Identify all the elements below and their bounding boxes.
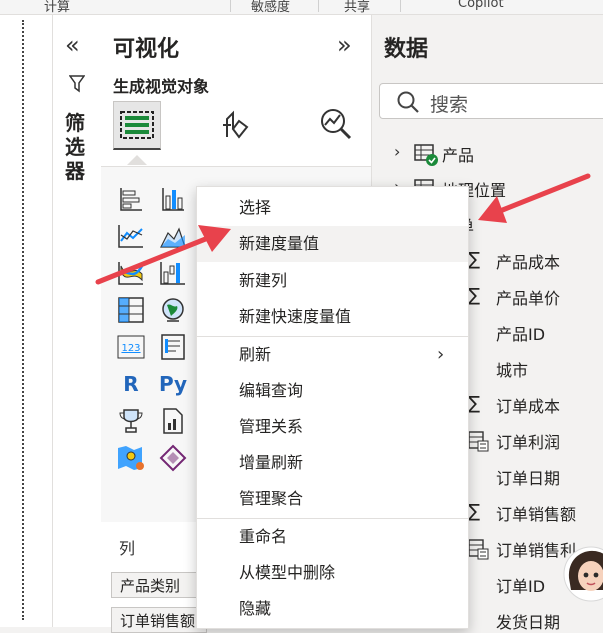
menu-item-label: 隐藏: [239, 599, 272, 618]
menu-item-manage-aggregations[interactable]: 管理聚合: [197, 481, 468, 517]
sum-icon: ∑: [468, 393, 481, 414]
field-item[interactable]: 订单ID: [496, 573, 545, 597]
stacked-bar-chart-icon[interactable]: [115, 183, 147, 215]
menu-item-label: 管理关系: [239, 417, 304, 436]
field-item[interactable]: 订单利润: [496, 429, 560, 453]
menu-item-label: 新建列: [239, 271, 288, 290]
field-item[interactable]: 发货日期: [496, 609, 560, 633]
ribbon-divider: [230, 0, 231, 12]
ribbon-share[interactable]: 共享: [344, 0, 370, 15]
sum-icon: ∑: [468, 285, 481, 306]
field-item[interactable]: 订单销售额: [496, 501, 576, 525]
menu-item-incremental-refresh[interactable]: 增量刷新: [197, 445, 468, 481]
menu-item-label: 从模型中删除: [239, 563, 336, 582]
menu-item-label: 增量刷新: [239, 453, 304, 472]
menu-item-new-column[interactable]: 新建列: [197, 263, 468, 299]
build-visual-heading: 生成视觉对象: [113, 77, 210, 96]
area-chart-icon[interactable]: [157, 220, 189, 252]
data-search-input[interactable]: 搜索: [379, 83, 603, 119]
menu-item-label: 新建快速度量值: [239, 307, 352, 326]
line-chart-icon[interactable]: [115, 220, 147, 252]
ribbon-divider: [400, 0, 401, 12]
analytics-icon: [321, 109, 352, 140]
ribbon-sensitivity[interactable]: 敏感度: [251, 0, 290, 15]
ribbon-strip: 计算 敏感度 共享 Copilot: [0, 0, 603, 15]
analytics-tab[interactable]: [313, 101, 359, 147]
menu-item-label: 管理聚合: [239, 489, 304, 508]
paginated-report-icon[interactable]: [157, 405, 189, 437]
search-placeholder: 搜索: [430, 94, 469, 116]
calculated-column-icon: [468, 539, 489, 560]
format-visual-tab[interactable]: [213, 101, 259, 147]
table-icon: [414, 144, 438, 166]
menu-item-label: 新建度量值: [239, 234, 320, 253]
active-tab-pointer: [127, 155, 147, 165]
assistant-avatar[interactable]: [561, 540, 603, 602]
r-script-label: R: [123, 372, 139, 396]
visualizations-title: 可视化: [113, 37, 180, 62]
ribbon-copilot[interactable]: Copilot: [458, 0, 504, 11]
menu-item-label: 刷新: [239, 345, 272, 364]
menu-item-delete-from-model[interactable]: 从模型中删除: [197, 555, 468, 591]
python-script-label: Py: [158, 372, 188, 396]
card-visual-icon[interactable]: 123: [115, 331, 147, 363]
calculated-column-icon: [468, 431, 489, 452]
double-chevron-right-icon[interactable]: »: [337, 31, 352, 59]
format-visual-icon: [223, 110, 249, 139]
menu-item-new-quick-measure[interactable]: 新建快速度量值: [197, 299, 468, 335]
menu-item-rename[interactable]: 重命名: [197, 519, 468, 555]
context-menu: 选择 新建度量值 新建列 新建快速度量值 刷新 › 编辑查询 管理关系 增量刷新 …: [196, 186, 469, 629]
data-pane-title: 数据: [384, 37, 429, 62]
filters-pane-title[interactable]: 筛选器: [65, 111, 89, 183]
field-item[interactable]: 产品成本: [496, 249, 560, 273]
table-product[interactable]: 产品: [442, 142, 474, 166]
canvas-boundary-line: [22, 20, 24, 620]
trophy-kpi-icon[interactable]: [115, 405, 147, 437]
matrix-icon[interactable]: [115, 294, 147, 326]
menu-item-edit-query[interactable]: 编辑查询: [197, 373, 468, 409]
azure-map-icon[interactable]: [115, 442, 147, 474]
field-chip-order-sales[interactable]: 订单销售额: [111, 607, 207, 633]
menu-item-select[interactable]: 选择: [197, 190, 468, 226]
menu-item-new-measure[interactable]: 新建度量值: [197, 226, 468, 262]
build-visual-tab[interactable]: [113, 101, 161, 150]
table-visual-icon[interactable]: [157, 331, 189, 363]
r-script-visual-icon[interactable]: R: [115, 368, 147, 400]
menu-item-refresh[interactable]: 刷新 ›: [197, 337, 468, 373]
ribbon-calc[interactable]: 计算: [44, 0, 70, 15]
build-visual-icon: [120, 111, 154, 139]
menu-item-manage-relationships[interactable]: 管理关系: [197, 409, 468, 445]
menu-item-hide[interactable]: 隐藏: [197, 591, 468, 627]
stacked-column-chart-icon[interactable]: [157, 183, 189, 215]
funnel-icon: [68, 75, 86, 97]
ribbon-chart-icon[interactable]: [115, 257, 147, 289]
card-visual-label: 123: [121, 343, 140, 354]
globe-map-icon[interactable]: [157, 294, 189, 326]
menu-item-label: 选择: [239, 198, 272, 217]
field-chip-product-category[interactable]: 产品类别: [111, 572, 207, 598]
submenu-chevron-icon: ›: [437, 344, 445, 365]
sum-icon: ∑: [468, 501, 481, 522]
waterfall-chart-icon[interactable]: [157, 257, 189, 289]
menu-item-label: 编辑查询: [239, 381, 304, 400]
power-apps-icon[interactable]: [157, 442, 189, 474]
double-chevron-left-icon[interactable]: «: [65, 31, 80, 59]
report-canvas[interactable]: [0, 15, 52, 627]
python-visual-icon[interactable]: Py: [157, 368, 189, 400]
ribbon-divider: [318, 0, 319, 12]
sum-icon: ∑: [468, 249, 481, 270]
field-item[interactable]: 产品ID: [496, 321, 545, 345]
field-item[interactable]: 订单日期: [496, 465, 560, 489]
filters-pane: « 筛选器: [52, 15, 102, 627]
chevron-right-icon[interactable]: ›: [394, 142, 400, 161]
columns-well-label: 列: [119, 539, 136, 558]
field-item[interactable]: 订单成本: [496, 393, 560, 417]
menu-item-label: 重命名: [239, 527, 288, 546]
field-item[interactable]: 城市: [496, 357, 528, 381]
field-item[interactable]: 产品单价: [496, 285, 560, 309]
search-icon: [397, 91, 419, 113]
